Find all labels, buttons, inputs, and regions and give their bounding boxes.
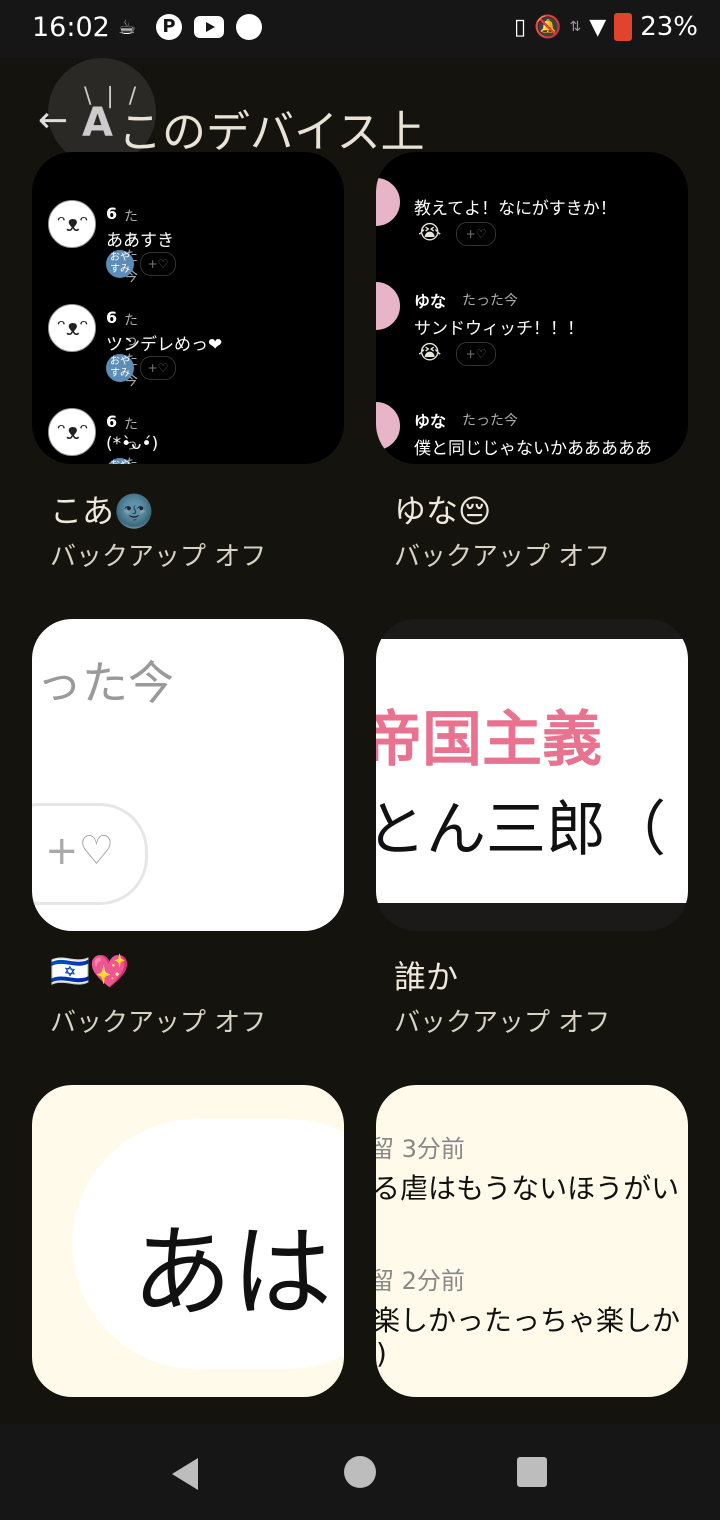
chat-card-koa[interactable]: ᵔᴥᵔ 6 たった今 ああすき おや すみ +♡ ᵔᴥᵔ 6 たった今 ツンデレ… <box>32 152 344 464</box>
chat-name: こあ🌚 <box>50 492 154 530</box>
backup-status: バックアップ オフ <box>50 542 267 572</box>
sender-name: ゆな <box>414 412 447 431</box>
message-text: 僕と同じじゃないかあああああ <box>414 439 652 459</box>
backup-status: バックアップ オフ <box>394 1008 611 1038</box>
message-time: 留 2分前 <box>376 1267 465 1295</box>
chat-card-yuna[interactable]: 教えてよ！なにがすきか！ 😭 +♡ ゆな たった今 サンドウィッチ！！！ 😭 +… <box>376 152 688 464</box>
chat-name: 🇮🇱💖 <box>50 952 130 990</box>
sender-name: 6 <box>106 204 118 223</box>
message-text: ツンデレめっ❤ <box>106 335 223 355</box>
recents-square-icon[interactable] <box>517 1457 547 1487</box>
status-system-icons: ▯ 🔕 ⇅ ▼ 23% <box>514 12 698 42</box>
pinterest-icon: P <box>156 14 182 40</box>
accessibility-icon: A <box>82 100 113 146</box>
chat-name: 誰か <box>394 958 459 996</box>
heart-plus-icon: +♡ <box>45 828 115 874</box>
message-text: 楽しかったっちゃ楽しか <box>376 1304 681 1337</box>
backup-status: バックアップ オフ <box>394 542 611 572</box>
message-time: った今 <box>36 656 174 710</box>
avatar <box>376 178 400 226</box>
add-reaction-pill: +♡ <box>32 803 148 905</box>
message-text: ) <box>376 1337 387 1370</box>
message-text: ああすき <box>106 231 174 251</box>
back-triangle-icon[interactable] <box>172 1458 198 1490</box>
emoji-reaction: 😭 <box>418 220 442 244</box>
wifi-icon: ▼ <box>589 14 607 40</box>
sender-name: 6 <box>106 308 118 327</box>
battery-percent: 23% <box>640 12 698 42</box>
add-reaction-pill: +♡ <box>456 342 496 366</box>
add-reaction-pill: +♡ <box>140 356 176 380</box>
avatar <box>376 282 400 330</box>
page-title: このデバイス上 <box>118 107 425 158</box>
nfc-icon: ▯ <box>514 14 527 40</box>
chat-card-aha[interactable]: あは <box>32 1085 344 1397</box>
avatar: ᵔᴥᵔ <box>48 200 96 248</box>
chat-card-israel-heart[interactable]: った今 +♡ <box>32 619 344 931</box>
chat-card-messages[interactable]: 留 3分前 る虐はもうないほうがい 留 2分前 楽しかったっちゃ楽しか ) <box>376 1085 688 1397</box>
status-bar: 16:02 ☕ P ▯ 🔕 ⇅ ▼ 23% <box>0 0 720 58</box>
circle-icon <box>236 14 262 40</box>
message-text: あは <box>132 1214 332 1331</box>
image-text-pink: 帝国主義 <box>376 705 602 775</box>
youtube-icon <box>194 16 224 38</box>
sender-name: ゆな <box>414 292 447 311</box>
sticker-reaction: おや すみ <box>106 250 134 278</box>
coffee-icon: ☕ <box>118 15 136 39</box>
message-time: たった今 <box>462 413 518 429</box>
image-text-black: とん三郎（ <box>376 795 666 865</box>
message-text: る虐はもうないほうがい <box>376 1172 680 1205</box>
battery-icon <box>614 13 633 41</box>
bell-off-icon: 🔕 <box>534 14 562 40</box>
status-time: 16:02 <box>32 12 110 43</box>
status-app-icons: ☕ P <box>118 14 262 40</box>
message-time: たった今 <box>462 293 518 309</box>
chat-name: ゆな😔 <box>394 492 492 530</box>
message-text: 教えてよ！なにがすきか！ <box>414 199 617 219</box>
message-text: サンドウィッチ！！！ <box>414 319 584 339</box>
avatar: ᵔᴥᵔ <box>48 304 96 352</box>
home-circle-icon[interactable] <box>344 1456 376 1488</box>
avatar <box>376 402 400 450</box>
add-reaction-pill: +♡ <box>140 252 176 276</box>
data-arrows-icon: ⇅ <box>569 19 582 35</box>
sticker-reaction: おや すみ <box>106 354 134 382</box>
avatar: ᵔᴥᵔ <box>48 408 96 456</box>
emoji-reaction: 😭 <box>418 340 442 364</box>
system-navigation-bar <box>0 1424 720 1520</box>
backup-status: バックアップ オフ <box>50 1008 267 1038</box>
message-text: (*•̀ᴗ•́) <box>106 434 159 454</box>
image-preview: 帝国主義 とん三郎（ <box>376 639 688 903</box>
sender-name: 6 <box>106 412 118 431</box>
add-reaction-pill: +♡ <box>456 222 496 246</box>
chat-card-dareka[interactable]: 帝国主義 とん三郎（ <box>376 619 688 931</box>
back-arrow-icon[interactable]: ← <box>38 100 68 141</box>
message-time: 留 3分前 <box>376 1135 465 1163</box>
